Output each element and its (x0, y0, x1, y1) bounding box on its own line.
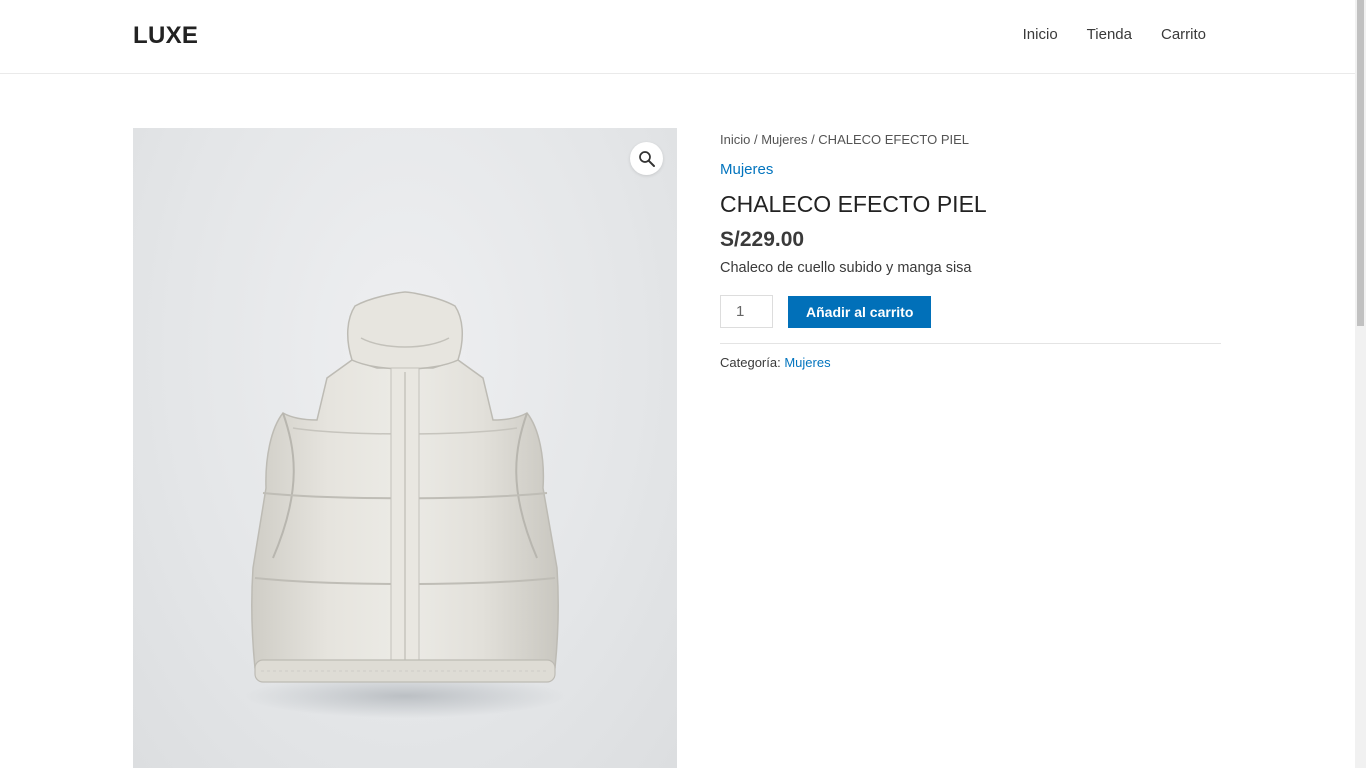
vest-photo (245, 291, 565, 718)
product-short-description: Chaleco de cuello subido y manga sisa (720, 260, 972, 276)
page-scrollbar[interactable] (1355, 0, 1366, 768)
product-title: CHALECO EFECTO PIEL (720, 191, 987, 217)
nav-item-carrito[interactable]: Carrito (1161, 25, 1206, 45)
divider (720, 343, 1221, 344)
breadcrumb-current: CHALECO EFECTO PIEL (818, 132, 970, 147)
site-header: LUXE Inicio Tienda Carrito (0, 0, 1355, 74)
nav-item-inicio[interactable]: Inicio (1023, 25, 1058, 45)
main-nav: Inicio Tienda Carrito (994, 25, 1206, 45)
product-summary: Inicio / Mujeres / CHALECO EFECTO PIEL M… (720, 128, 1221, 372)
meta-category-link[interactable]: Mujeres (784, 355, 830, 370)
breadcrumb: Inicio / Mujeres / CHALECO EFECTO PIEL (720, 129, 1221, 151)
product-category-link[interactable]: Mujeres (720, 160, 773, 180)
product-price: S/229.00 (720, 228, 805, 251)
breadcrumb-separator: / (750, 132, 762, 147)
magnifier-icon (638, 150, 655, 167)
add-to-cart-form: Añadir al carrito (720, 295, 1221, 328)
add-to-cart-button[interactable]: Añadir al carrito (788, 295, 932, 328)
breadcrumb-category[interactable]: Mujeres (761, 132, 807, 147)
zoom-button[interactable] (630, 142, 663, 175)
product-meta: Categoría: Mujeres (720, 354, 1221, 372)
breadcrumb-home[interactable]: Inicio (720, 132, 750, 147)
quantity-input[interactable] (720, 295, 773, 328)
product-image[interactable] (133, 128, 677, 768)
meta-category-label: Categoría: (720, 355, 781, 370)
nav-item-tienda[interactable]: Tienda (1087, 25, 1132, 45)
breadcrumb-separator: / (807, 132, 819, 147)
site-logo[interactable]: LUXE (133, 20, 198, 52)
scrollbar-thumb[interactable] (1357, 0, 1364, 326)
